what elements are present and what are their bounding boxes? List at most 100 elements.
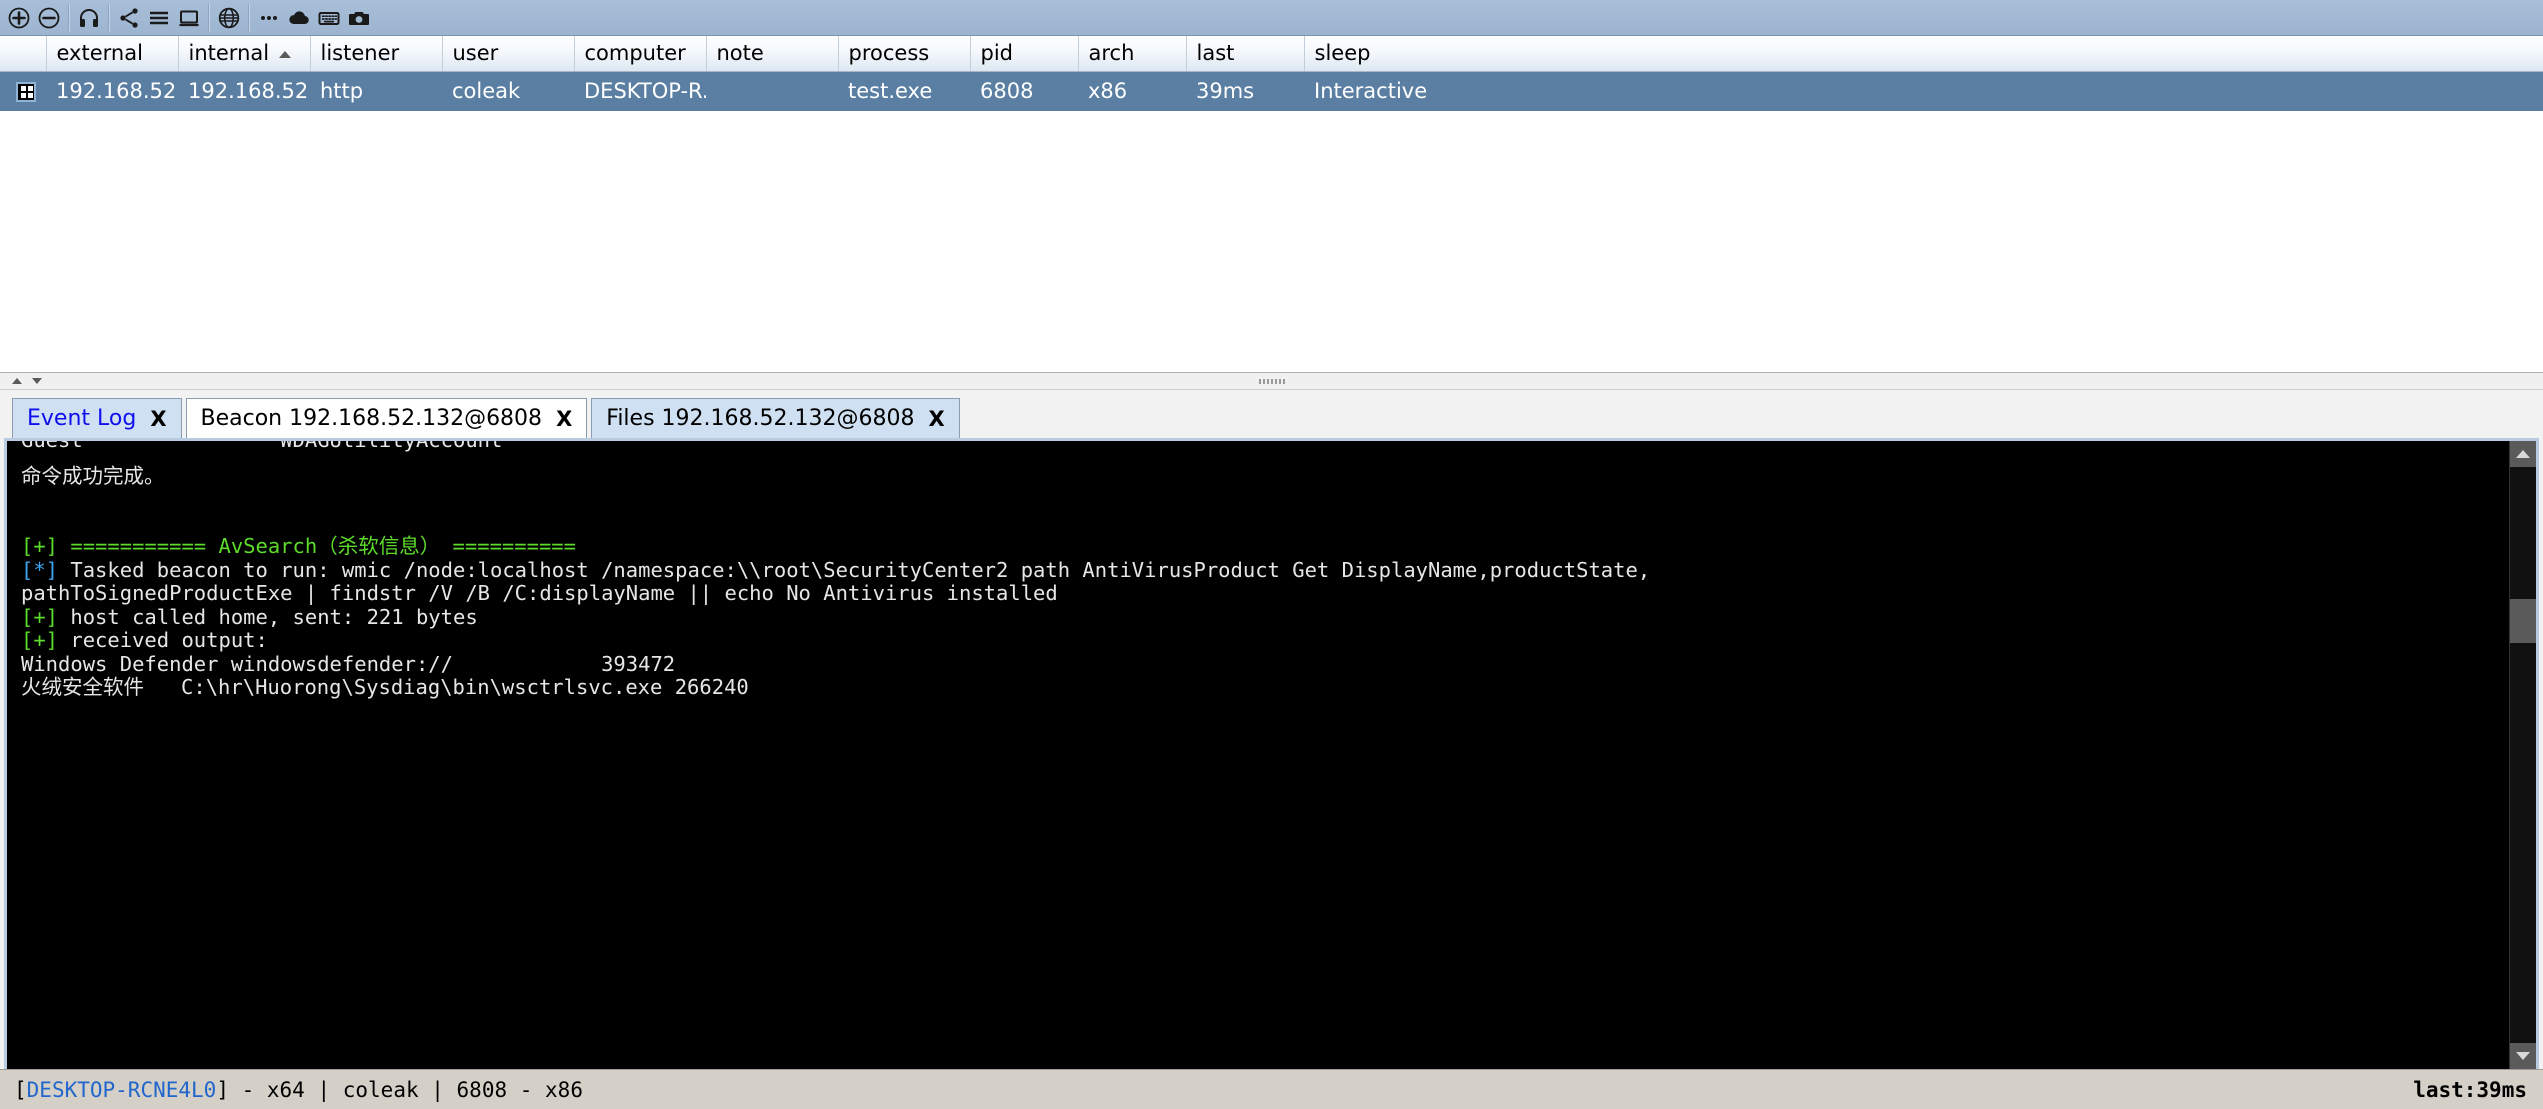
tab-event-log[interactable]: Event Log X — [12, 398, 182, 438]
header-label: computer — [585, 41, 686, 65]
main-toolbar — [0, 0, 2543, 36]
console-text: 命令成功完成。 — [21, 464, 165, 488]
header-label: sleep — [1315, 41, 1371, 65]
cell-process: test.exe — [838, 72, 970, 112]
cloud-icon[interactable] — [284, 2, 314, 34]
scroll-down-button[interactable] — [2510, 1043, 2536, 1069]
column-header-process[interactable]: process — [838, 36, 970, 72]
splitter-arrows — [0, 378, 42, 384]
keyboard-icon[interactable] — [314, 2, 344, 34]
status-bar: [DESKTOP-RCNE4L0] - x64 | coleak | 6808 … — [0, 1069, 2543, 1109]
status-bracket-open: [ — [14, 1078, 27, 1102]
column-header-pid[interactable]: pid — [970, 36, 1078, 72]
console-line: [+] =========== AvSearch（杀软信息） =========… — [21, 535, 2499, 559]
column-header-internal[interactable]: internal — [178, 36, 310, 72]
column-header-user[interactable]: user — [442, 36, 574, 72]
tab-label: Files 192.168.52.132@6808 — [606, 406, 914, 431]
header-label: note — [717, 41, 764, 65]
scroll-up-button[interactable] — [2510, 441, 2536, 467]
scrollbar-track[interactable] — [2510, 467, 2536, 1043]
cell-sleep: Interactive — [1304, 72, 2543, 112]
share-icon[interactable] — [114, 2, 144, 34]
console-line: [+] host called home, sent: 221 bytes — [21, 606, 2499, 630]
column-header-icon[interactable] — [0, 36, 46, 72]
tab-bar: Event Log X Beacon 192.168.52.132@6808 X… — [0, 390, 2543, 438]
table-empty-area — [0, 111, 2543, 372]
header-label: pid — [981, 41, 1014, 65]
toolbar-separator — [68, 4, 70, 32]
tab-files-browser[interactable]: Files 192.168.52.132@6808 X — [591, 398, 959, 438]
panel-splitter[interactable] — [0, 373, 2543, 390]
console-line — [21, 512, 2499, 536]
column-header-sleep[interactable]: sleep — [1304, 36, 2543, 72]
cell-last: 39ms — [1186, 72, 1304, 112]
toolbar-separator — [208, 4, 210, 32]
status-last-checkin: last:39ms — [2413, 1078, 2527, 1102]
sort-ascending-icon — [279, 51, 291, 58]
cell-computer: DESKTOP-R... — [574, 72, 706, 112]
cell-internal: 192.168.52... — [178, 72, 310, 112]
console-frame: Guest WDAGUtilityAccount 命令成功完成。 [+] ====… — [4, 438, 2539, 1069]
row-host-icon-cell — [0, 72, 46, 112]
globe-icon[interactable] — [214, 2, 244, 34]
console-text: [*] — [21, 558, 58, 582]
header-label: arch — [1089, 41, 1135, 65]
collapse-up-icon[interactable] — [12, 378, 22, 384]
headphones-icon[interactable] — [74, 2, 104, 34]
console-line: [*] Tasked beacon to run: wmic /node:loc… — [21, 559, 2499, 583]
console-line: 命令成功完成。 — [21, 465, 2499, 489]
toolbar-separator — [108, 4, 110, 32]
column-header-note[interactable]: note — [706, 36, 838, 72]
cobalt-strike-window: external internal listener user computer… — [0, 0, 2543, 1109]
column-header-computer[interactable]: computer — [574, 36, 706, 72]
column-header-last[interactable]: last — [1186, 36, 1304, 72]
camera-icon[interactable] — [344, 2, 374, 34]
host-icon — [16, 82, 36, 102]
table-row[interactable]: 192.168.52... 192.168.52... http coleak … — [0, 72, 2543, 112]
tab-close-icon[interactable]: X — [928, 407, 944, 431]
console-line: Windows Defender windowsdefender:// 3934… — [21, 653, 2499, 677]
tab-beacon-console[interactable]: Beacon 192.168.52.132@6808 X — [186, 398, 588, 438]
status-hostname: DESKTOP-RCNE4L0 — [27, 1078, 217, 1102]
toolbar-separator — [248, 4, 250, 32]
header-label: listener — [321, 41, 400, 65]
beacon-console-output[interactable]: Guest WDAGUtilityAccount 命令成功完成。 [+] ====… — [7, 441, 2509, 1069]
screen-icon[interactable] — [174, 2, 204, 34]
console-line: 火绒安全软件 C:\hr\Huorong\Sysdiag\bin\wsctrls… — [21, 676, 2499, 700]
console-line: Guest WDAGUtilityAccount — [21, 441, 2499, 453]
cell-arch: x86 — [1078, 72, 1186, 112]
zoom-out-icon[interactable] — [34, 2, 64, 34]
header-label: internal — [189, 41, 270, 65]
column-header-arch[interactable]: arch — [1078, 36, 1186, 72]
console-line: [+] received output: — [21, 629, 2499, 653]
cell-listener: http — [310, 72, 442, 112]
console-text: Guest WDAGUtilityAccount — [21, 441, 502, 452]
console-text: [+] — [21, 605, 58, 629]
column-header-listener[interactable]: listener — [310, 36, 442, 72]
console-scrollbar[interactable] — [2509, 441, 2536, 1069]
cell-user: coleak — [442, 72, 574, 112]
zoom-in-icon[interactable] — [4, 2, 34, 34]
beacon-table-panel: external internal listener user computer… — [0, 36, 2543, 373]
console-line — [21, 488, 2499, 512]
header-label: user — [453, 41, 499, 65]
tab-close-icon[interactable]: X — [150, 407, 166, 431]
splitter-grip[interactable] — [1259, 379, 1285, 384]
list-icon[interactable] — [144, 2, 174, 34]
scrollbar-thumb[interactable] — [2510, 599, 2536, 643]
arrow-up-icon — [2516, 450, 2530, 458]
keystrokes-icon[interactable] — [254, 2, 284, 34]
console-text: pathToSignedProductExe | findstr /V /B /… — [21, 581, 1058, 605]
console-text: host called home, sent: 221 bytes — [58, 605, 478, 629]
console-line: pathToSignedProductExe | findstr /V /B /… — [21, 582, 2499, 606]
arrow-down-icon — [2516, 1052, 2530, 1060]
cell-note — [706, 72, 838, 112]
collapse-down-icon[interactable] — [32, 378, 42, 384]
column-header-external[interactable]: external — [46, 36, 178, 72]
header-label: external — [57, 41, 143, 65]
header-label: process — [849, 41, 930, 65]
console-text: Tasked beacon to run: wmic /node:localho… — [58, 558, 1650, 582]
tab-close-icon[interactable]: X — [556, 407, 572, 431]
beacon-table: external internal listener user computer… — [0, 36, 2543, 111]
status-session-info: [DESKTOP-RCNE4L0] - x64 | coleak | 6808 … — [14, 1078, 583, 1102]
